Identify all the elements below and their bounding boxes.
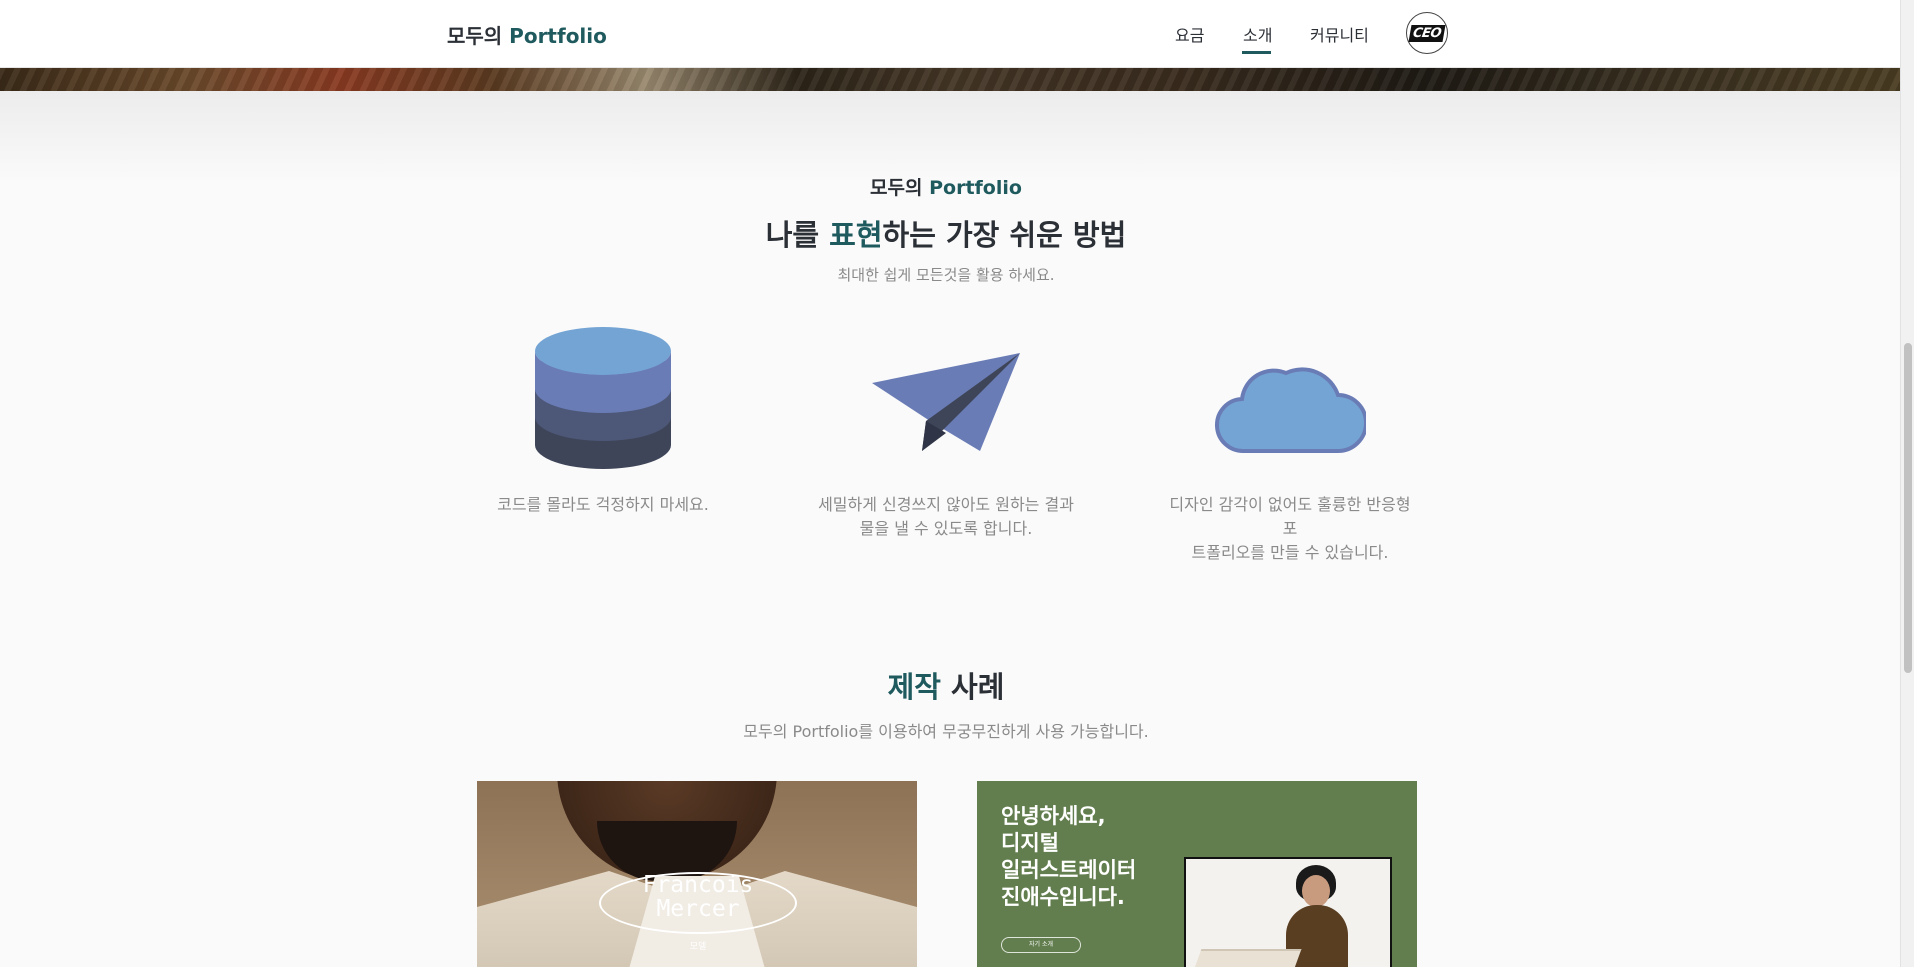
page: 모두의 Portfolio 요금 소개 커뮤니티 CEO 모두의 Portfol… (0, 0, 1900, 967)
cases-title: 제작 사례 (0, 664, 1892, 706)
feature-responsive: 디자인 감각이 없어도 훌륭한 반응형 포 트폴리오를 만들 수 있습니다. (1160, 325, 1420, 565)
feature-no-code: 코드를 몰라도 걱정하지 마세요. (473, 325, 733, 517)
caption-line: 디자인 감각이 없어도 훌륭한 반응형 포 (1169, 495, 1411, 538)
logo-accent: Portfolio (509, 24, 607, 48)
cases-title-rest: 사례 (940, 670, 1005, 704)
greeting-line: 진애수입니다. (1001, 885, 1125, 909)
intro-small-title-prefix: 모두의 (870, 177, 930, 199)
caption-line: 물을 낼 수 있도록 합니다. (859, 519, 1033, 538)
headline-accent: 표현 (829, 218, 883, 252)
intro-small-title: 모두의 Portfolio (0, 173, 1892, 200)
photo-head (1302, 875, 1330, 907)
cases-subtitle: 모두의 Portfolio를 이용하여 무궁무진하게 사용 가능합니다. (743, 722, 1149, 741)
card-pill-button[interactable]: 자기 소개 (1001, 937, 1081, 953)
logo-prefix: 모두의 (447, 24, 510, 48)
caption-line: 세밀하게 신경쓰지 않아도 원하는 결과 (818, 495, 1074, 514)
database-icon (535, 327, 671, 469)
case-card-model[interactable]: Francois Mercer 모델 (477, 781, 917, 967)
feature-caption: 세밀하게 신경쓰지 않아도 원하는 결과 물을 낼 수 있도록 합니다. (816, 493, 1076, 541)
case-card-illustrator[interactable]: 안녕하세요, 디지털 일러스트레이터 진애수입니다. 자기 소개 (977, 781, 1417, 967)
card-name-line: Mercer (656, 896, 740, 922)
nav-about[interactable]: 소개 (1243, 22, 1272, 46)
card-name-line: Francois (642, 872, 754, 898)
illustrator-photo (1184, 857, 1392, 967)
cases-title-accent: 제작 (887, 670, 941, 704)
nav-pricing[interactable]: 요금 (1175, 22, 1204, 46)
card-name: Francois Mercer (599, 873, 797, 921)
paper-plane-icon (872, 353, 1020, 451)
cloud-icon (1215, 367, 1366, 454)
intro-headline: 나를 표현하는 가장 쉬운 방법 (0, 212, 1892, 254)
hero-fade (0, 91, 1900, 181)
intro-subtitle: 최대한 쉽게 모든것을 활용 하세요. (837, 266, 1055, 284)
photo-book (1190, 949, 1302, 967)
greeting-line: 일러스트레이터 (1001, 858, 1137, 882)
active-nav-indicator (1242, 51, 1271, 54)
vertical-scrollbar[interactable] (1900, 0, 1914, 967)
headline-before: 나를 (765, 218, 830, 252)
greeting-line: 안녕하세요, (1001, 804, 1106, 828)
avatar-label: CEO (1408, 24, 1446, 42)
site-logo[interactable]: 모두의 Portfolio (447, 20, 607, 49)
feature-caption: 코드를 몰라도 걱정하지 마세요. (497, 495, 709, 514)
avatar[interactable]: CEO (1406, 12, 1448, 54)
card-role: 모델 (689, 942, 707, 952)
card-greeting: 안녕하세요, 디지털 일러스트레이터 진애수입니다. (1001, 803, 1136, 911)
intro-small-title-accent: Portfolio (929, 177, 1022, 199)
headline-after: 하는 가장 쉬운 방법 (882, 218, 1127, 252)
top-navbar: 모두의 Portfolio 요금 소개 커뮤니티 CEO (0, 0, 1900, 68)
feature-caption: 디자인 감각이 없어도 훌륭한 반응형 포 트폴리오를 만들 수 있습니다. (1160, 493, 1420, 565)
caption-line: 트폴리오를 만들 수 있습니다. (1191, 543, 1389, 562)
scrollbar-thumb[interactable] (1904, 343, 1912, 673)
feature-easy-result: 세밀하게 신경쓰지 않아도 원하는 결과 물을 낼 수 있도록 합니다. (816, 325, 1076, 541)
greeting-line: 디지털 (1001, 831, 1059, 855)
nav-community[interactable]: 커뮤니티 (1310, 22, 1369, 46)
